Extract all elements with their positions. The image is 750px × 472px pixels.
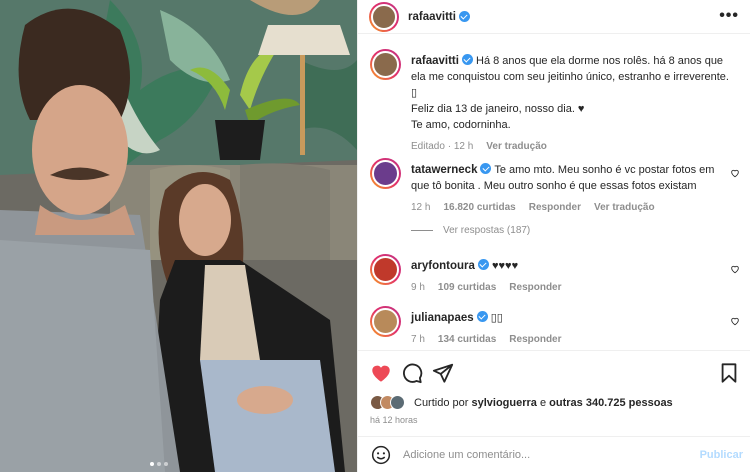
liked-others-link[interactable]: outras 340.725 pessoas — [549, 397, 673, 409]
post-photo[interactable] — [0, 0, 357, 472]
reply-button[interactable]: Responder — [509, 280, 561, 296]
caption-line-4: Te amo, codorninha. — [411, 119, 511, 131]
caption-avatar[interactable] — [370, 49, 401, 80]
comment-text: ♥♥♥♥ — [491, 260, 519, 272]
carousel-dot — [164, 462, 168, 466]
caption-line-2: ▯ — [411, 87, 418, 99]
photo-illustration — [0, 0, 357, 472]
comment-likes[interactable]: 134 curtidas — [438, 332, 496, 348]
comment-body: aryfontoura ♥♥♥♥ 9 h 109 curtidas Respon… — [411, 258, 731, 296]
comment-time: 12 h — [411, 202, 431, 213]
see-translation-link[interactable]: Ver tradução — [594, 200, 655, 216]
comment-username[interactable]: aryfontoura — [411, 260, 475, 272]
comment-icon[interactable] — [401, 362, 423, 384]
post-view: rafaavitti ••• rafaavitti Há 8 anos que … — [0, 0, 750, 472]
liker-avatar — [390, 395, 405, 410]
send-icon[interactable] — [432, 362, 454, 384]
edited-label: Editado — [411, 141, 445, 152]
comment-username[interactable]: tatawerneck — [411, 164, 477, 176]
comment-like-heart-icon[interactable] — [730, 264, 740, 274]
carousel-dots — [150, 462, 168, 466]
comment-meta: 12 h 16.820 curtidas Responder Ver tradu… — [411, 200, 731, 216]
author-username[interactable]: rafaavitti — [408, 11, 456, 23]
caption-text: rafaavitti Há 8 anos que ela dorme nos r… — [411, 53, 731, 85]
comment-input[interactable] — [403, 448, 693, 461]
caption-body: rafaavitti Há 8 anos que ela dorme nos r… — [411, 53, 731, 155]
comment-avatar[interactable] — [370, 254, 401, 285]
verified-badge-icon — [461, 54, 473, 65]
see-translation-link[interactable]: Ver tradução — [486, 139, 547, 155]
comment-like-heart-icon[interactable] — [730, 168, 740, 178]
comment-avatar[interactable] — [370, 158, 401, 189]
verified-badge-icon — [477, 259, 489, 270]
publish-button[interactable]: Publicar — [700, 449, 743, 461]
post-time: há 12 horas — [370, 415, 418, 425]
action-icons — [370, 362, 740, 386]
comment-body: tatawerneck Te amo mto. Meu sonho é vc p… — [411, 162, 731, 216]
reply-button[interactable]: Responder — [509, 332, 561, 348]
carousel-dot-active — [150, 462, 154, 466]
verified-badge-icon — [458, 11, 470, 22]
comment-time: 9 h — [411, 282, 425, 293]
author-avatar[interactable] — [369, 1, 399, 32]
comment-likes[interactable]: 16.820 curtidas — [443, 200, 515, 216]
liked-prefix: Curtido por — [414, 396, 469, 409]
comment-meta: 7 h 134 curtidas Responder — [411, 332, 731, 348]
emoji-icon[interactable] — [371, 445, 391, 465]
caption-time: 12 h — [453, 141, 474, 152]
post-header: rafaavitti ••• — [358, 0, 750, 34]
comment-likes[interactable]: 109 curtidas — [438, 280, 496, 296]
comment-time: 7 h — [411, 334, 425, 345]
post-actions: Curtido por sylvioguerra e outras 340.72… — [358, 350, 750, 436]
comment-like-heart-icon[interactable] — [730, 316, 740, 326]
view-replies-label: Ver respostas (187) — [443, 225, 531, 236]
replies-divider — [411, 230, 433, 231]
bookmark-icon[interactable] — [718, 362, 740, 384]
comments-list: rafaavitti Há 8 anos que ela dorme nos r… — [358, 34, 750, 350]
caption-username[interactable]: rafaavitti — [411, 55, 459, 67]
comment-body: julianapaes ▯▯ 7 h 134 curtidas Responde… — [411, 310, 731, 348]
liked-user-link[interactable]: sylvioguerra — [471, 397, 536, 409]
heart-icon[interactable] — [370, 362, 392, 384]
comment-avatar[interactable] — [370, 306, 401, 337]
add-comment-bar: Publicar — [358, 436, 750, 472]
comment-username[interactable]: julianapaes — [411, 312, 474, 324]
more-options-icon[interactable]: ••• — [719, 8, 739, 24]
caption-meta: Editado · 12 h Ver tradução — [411, 139, 731, 155]
post-side-panel: rafaavitti ••• rafaavitti Há 8 anos que … — [357, 0, 750, 472]
reply-button[interactable]: Responder — [529, 200, 581, 216]
liked-middle: e — [539, 396, 547, 409]
caption-line-3: Feliz dia 13 de janeiro, nosso dia. ♥ — [411, 103, 585, 115]
carousel-dot — [157, 462, 161, 466]
verified-badge-icon — [476, 311, 488, 322]
liker-avatars[interactable] — [370, 395, 405, 410]
view-replies-link[interactable]: Ver respostas (187) — [411, 225, 530, 236]
verified-badge-icon — [480, 163, 492, 174]
comment-meta: 9 h 109 curtidas Responder — [411, 280, 731, 296]
comment-text: ▯▯ — [490, 312, 503, 324]
liked-by: Curtido por sylvioguerra e outras 340.72… — [370, 395, 673, 410]
